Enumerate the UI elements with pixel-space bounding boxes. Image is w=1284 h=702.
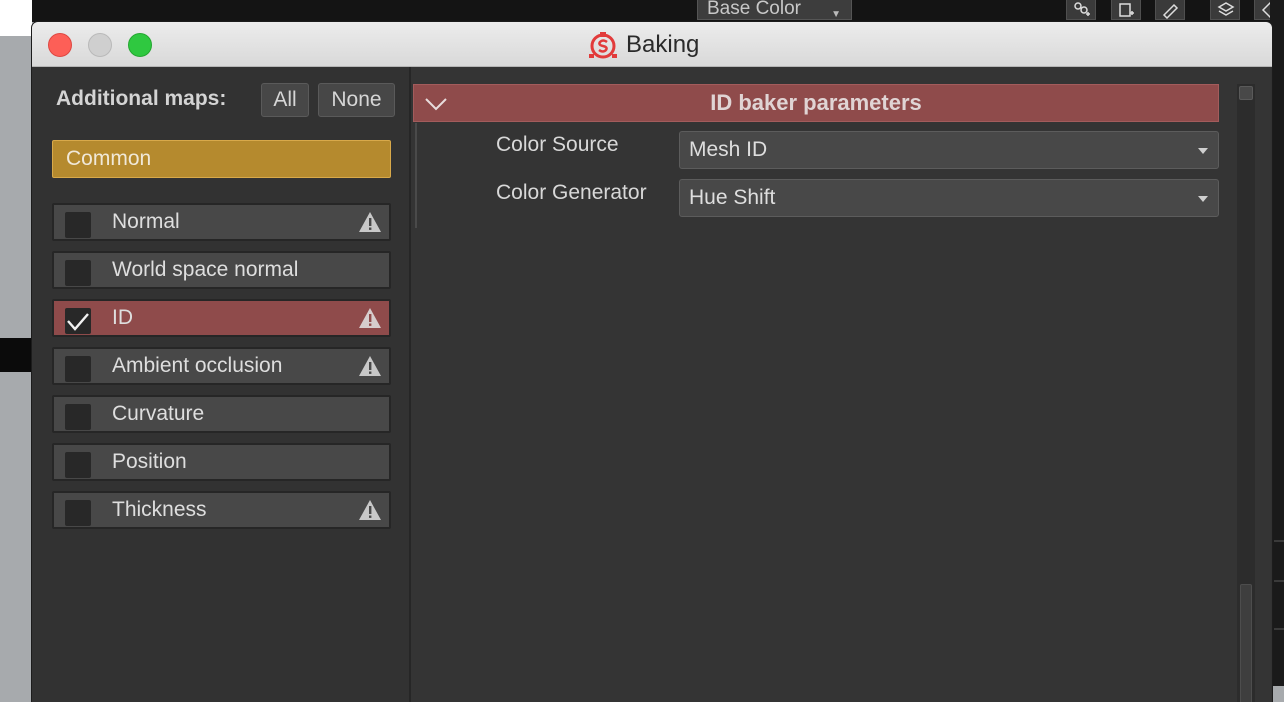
color-generator-value: Hue Shift [689,186,776,209]
color-source-value: Mesh ID [689,138,768,161]
brush-icon [1162,3,1179,19]
add-fill-layer-button[interactable] [1066,0,1096,20]
map-label: Curvature [112,402,205,425]
additional-maps-label: Additional maps: [56,87,227,110]
background-app-right-edge [1270,0,1284,686]
vertical-scrollbar[interactable] [1237,84,1255,702]
minimize-window-button[interactable] [88,33,112,57]
section-indent-line [415,123,417,228]
map-item-world-space-normal[interactable]: World space normal [52,251,391,289]
map-checkbox[interactable] [65,356,91,382]
map-label: Position [112,450,187,473]
fill-layer-icon [1074,2,1090,16]
map-label: Normal [112,210,180,233]
close-window-button[interactable] [48,33,72,57]
add-paint-layer-button[interactable] [1155,0,1185,20]
warning-icon [359,212,381,232]
map-checkbox[interactable] [65,452,91,478]
warning-icon [359,500,381,520]
background-desktop [0,0,32,36]
map-checkbox[interactable] [65,212,91,238]
warning-icon [359,308,381,328]
section-title: ID baker parameters [710,90,922,115]
background-app-edge [0,338,32,372]
window-titlebar[interactable]: Baking [32,22,1272,67]
map-checkbox[interactable] [65,404,91,430]
parameters-panel: ID baker parameters Color Source Mesh ID… [409,67,1271,702]
map-item-thickness[interactable]: Thickness [52,491,391,529]
mask-icon [1119,3,1134,17]
map-checkbox[interactable] [65,500,91,526]
zoom-window-button[interactable] [128,33,152,57]
baking-window: Baking Additional maps: All None Common … [32,22,1272,702]
map-label: ID [112,306,133,329]
color-source-label: Color Source [496,133,619,156]
map-checkbox[interactable] [65,260,91,286]
map-item-id[interactable]: ID [52,299,391,337]
layers-icon [1217,2,1235,16]
map-label: Ambient occlusion [112,354,283,377]
dropdown-arrow-icon [1198,148,1208,154]
channel-dropdown-value: Base Color [707,0,801,19]
dropdown-arrow-icon [1198,196,1208,202]
color-generator-dropdown[interactable]: Hue Shift [679,179,1219,217]
map-checkbox-checked[interactable] [65,308,91,334]
map-item-normal[interactable]: Normal [52,203,391,241]
map-item-position[interactable]: Position [52,443,391,481]
map-label: World space normal [112,258,299,281]
select-none-button[interactable]: None [318,83,395,117]
window-title: Baking [588,31,699,59]
common-tab[interactable]: Common [52,140,391,178]
map-item-curvature[interactable]: Curvature [52,395,391,433]
map-label: Thickness [112,498,207,521]
channel-dropdown[interactable]: Base Color ▼ [697,0,852,20]
scrollbar-thumb[interactable] [1240,584,1252,702]
add-mask-button[interactable] [1111,0,1141,20]
window-title-text: Baking [626,31,700,58]
id-baker-section-header[interactable]: ID baker parameters [413,84,1219,122]
color-generator-label: Color Generator [496,181,647,204]
warning-icon [359,356,381,376]
color-source-dropdown[interactable]: Mesh ID [679,131,1219,169]
map-item-ambient-occlusion[interactable]: Ambient occlusion [52,347,391,385]
add-folder-button[interactable] [1210,0,1240,20]
scroll-up-button[interactable] [1239,86,1253,100]
substance-logo-icon [589,32,617,59]
checkmark-icon [67,313,89,331]
maps-panel: Additional maps: All None Common Normal … [32,67,408,702]
select-all-button[interactable]: All [261,83,309,117]
